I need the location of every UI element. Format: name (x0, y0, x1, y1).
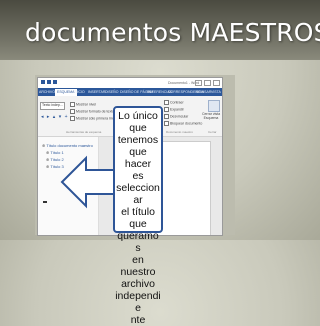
close-outline-button[interactable] (208, 100, 220, 112)
option-expandir[interactable]: Expandir (164, 107, 184, 112)
checkbox-icon (70, 116, 75, 121)
save-icon[interactable] (41, 80, 45, 84)
checkbox-icon (164, 114, 169, 119)
tab-insertar[interactable]: INSERTAR (88, 90, 105, 94)
tab-revisar[interactable]: REVISAR (196, 90, 211, 94)
maximize-icon[interactable] (204, 80, 211, 86)
option-primera-linea[interactable]: Mostrar sólo primera línea (70, 116, 117, 121)
checkbox-icon (164, 121, 169, 126)
nav-item-titulo-maestro[interactable]: ⊕Título documento maestro (42, 143, 93, 148)
group-label-cerrar: Cerrar (208, 130, 217, 134)
dash-mark (43, 201, 47, 203)
undo-icon[interactable] (47, 80, 51, 84)
window-controls (193, 80, 220, 87)
outline-level-select[interactable]: Texto indep... (40, 102, 65, 110)
checkbox-icon (164, 107, 169, 112)
bullet-icon: ⊕ (42, 143, 46, 148)
option-desvincular[interactable]: Desvincular (164, 114, 188, 119)
quick-access-toolbar[interactable] (41, 80, 65, 85)
bullet-icon: ⊕ (46, 150, 50, 155)
close-icon[interactable] (213, 80, 220, 86)
ribbon-tabs: ARCHIVO ESQUEMA INICIO INSERTAR DISEÑO D… (38, 88, 222, 96)
option-formato-texto[interactable]: Mostrar formato de texto (70, 109, 114, 114)
slide-title: documentos MAESTROS (25, 18, 320, 47)
callout-box: Lo único que tenemos que hacer es selecc… (113, 106, 163, 326)
bullet-icon: ⊕ (46, 164, 50, 169)
option-mostrar-nivel[interactable]: Mostrar nivel (70, 102, 96, 107)
tab-vista[interactable]: VISTA (211, 90, 221, 94)
group-label-documento-maestro: Documento maestro (166, 130, 194, 134)
tab-inicio[interactable]: INICIO (74, 90, 85, 94)
option-bloquear[interactable]: Bloquear documento (164, 121, 202, 126)
close-outline-label: Cerrar vista Esquema (201, 112, 221, 120)
callout-arrow-icon (60, 155, 117, 209)
checkbox-icon (164, 100, 169, 105)
minimize-icon[interactable] (195, 80, 202, 86)
checkbox-icon (70, 102, 75, 107)
redo-icon[interactable] (53, 80, 57, 84)
checkbox-icon (70, 109, 75, 114)
option-contraer[interactable]: Contraer (164, 100, 184, 105)
tab-diseno[interactable]: DISEÑO (105, 90, 118, 94)
tab-archivo[interactable]: ARCHIVO (39, 90, 55, 94)
group-label-herramientas: Herramientas de esquema (66, 130, 102, 134)
callout-text: Lo único que tenemos que hacer es selecc… (115, 110, 161, 326)
bullet-icon: ⊕ (46, 157, 50, 162)
